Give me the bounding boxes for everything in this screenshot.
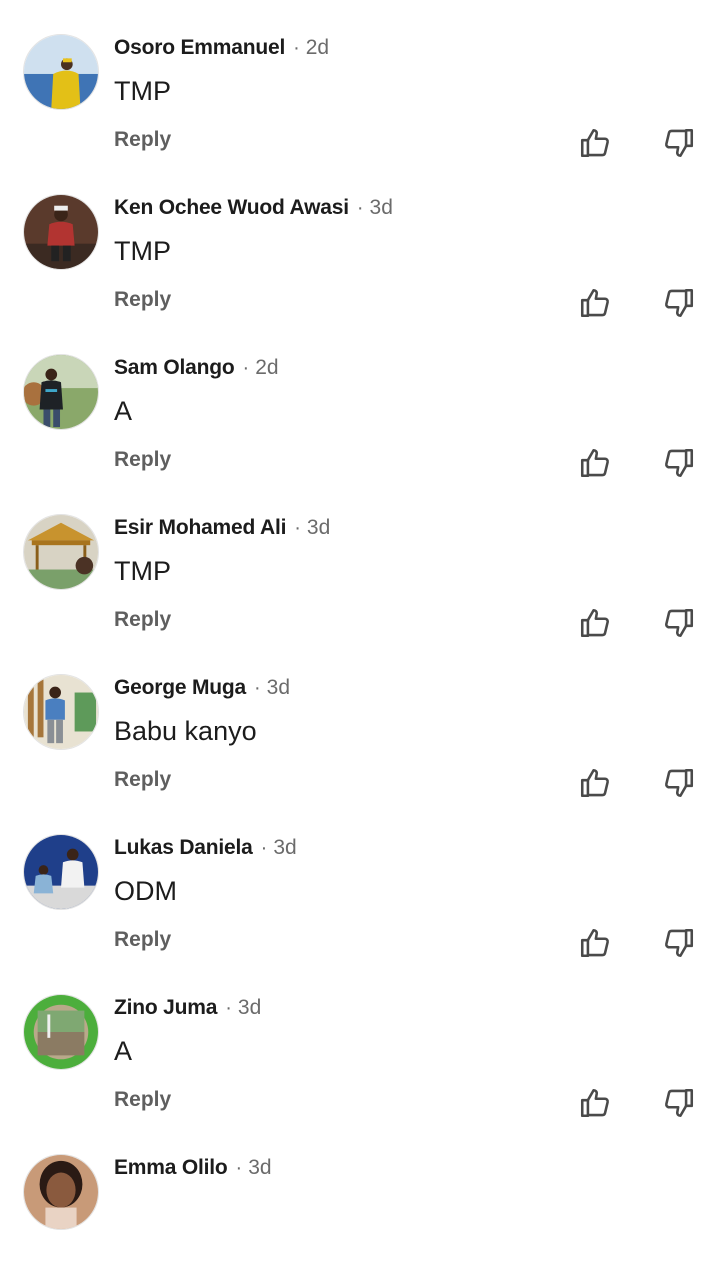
comment-header: Osoro Emmanuel · 2d	[114, 34, 329, 62]
reply-button[interactable]: Reply	[114, 928, 171, 952]
reply-button[interactable]: Reply	[114, 128, 171, 152]
thumbs-down-icon[interactable]	[662, 286, 696, 320]
thumbs-up-icon[interactable]	[578, 926, 612, 960]
separator-dot: ·	[356, 196, 364, 219]
timestamp: 3d	[273, 836, 297, 859]
thumbs-down-icon[interactable]	[662, 606, 696, 640]
reply-button[interactable]: Reply	[114, 768, 171, 792]
comment-item: Sam Olango · 2d A Reply	[0, 320, 726, 480]
comment-text: TMP	[114, 556, 171, 586]
avatar[interactable]	[23, 994, 99, 1070]
comment-item: Lukas Daniela · 3d ODM Reply	[0, 800, 726, 960]
avatar[interactable]	[23, 354, 99, 430]
author-name[interactable]: George Muga	[114, 676, 246, 700]
green-frame-avatar	[24, 995, 98, 1069]
comment-header: Zino Juma · 3d	[114, 994, 261, 1022]
comment-item: Ken Ochee Wuod Awasi · 3d TMP Reply	[0, 160, 726, 320]
separator-dot: ·	[294, 516, 301, 539]
thumbs-down-icon[interactable]	[662, 926, 696, 960]
comment-header: Ken Ochee Wuod Awasi · 3d	[114, 194, 393, 222]
author-name[interactable]: Sam Olango	[114, 356, 235, 380]
thumbs-up-icon[interactable]	[578, 446, 612, 480]
separator-dot: ·	[260, 836, 268, 859]
gazebo-avatar	[24, 515, 98, 589]
comment-header: Sam Olango · 2d	[114, 354, 279, 382]
comment-header: George Muga · 3d	[114, 674, 290, 702]
thumbs-down-icon[interactable]	[662, 126, 696, 160]
comment-text: ODM	[114, 876, 177, 906]
avatar[interactable]	[23, 34, 99, 110]
author-name[interactable]: Ken Ochee Wuod Awasi	[114, 196, 349, 220]
person-yellow-jacket-avatar	[24, 35, 98, 109]
thumbs-up-icon[interactable]	[578, 286, 612, 320]
author-name[interactable]: Zino Juma	[114, 996, 217, 1020]
separator-dot: ·	[293, 36, 300, 59]
thumbs-down-icon[interactable]	[662, 766, 696, 800]
separator-dot: ·	[253, 676, 261, 699]
timestamp: 2d	[305, 36, 330, 59]
woman-portrait-avatar	[24, 1155, 98, 1229]
avatar[interactable]	[23, 514, 99, 590]
thumbs-up-icon[interactable]	[578, 766, 612, 800]
comment-text: A	[114, 1036, 133, 1066]
person-red-shirt-avatar	[24, 195, 98, 269]
timestamp: 3d	[306, 516, 331, 539]
comment-text: A	[114, 396, 133, 426]
timestamp: 3d	[237, 996, 262, 1019]
avatar[interactable]	[23, 1154, 99, 1230]
timestamp: 3d	[266, 676, 291, 699]
two-people-blue-wall-avatar	[24, 835, 98, 909]
thumbs-up-icon[interactable]	[578, 1086, 612, 1120]
avatar[interactable]	[23, 834, 99, 910]
avatar[interactable]	[23, 674, 99, 750]
person-outdoor-avatar	[24, 355, 98, 429]
timestamp: 2d	[255, 356, 279, 379]
separator-dot: ·	[242, 356, 250, 379]
timestamp: 3d	[248, 1156, 272, 1179]
comment-text: TMP	[114, 76, 171, 106]
author-name[interactable]: Lukas Daniela	[114, 836, 253, 860]
timestamp: 3d	[369, 196, 393, 219]
comment-item: Osoro Emmanuel · 2d TMP Reply	[0, 0, 726, 160]
author-name[interactable]: Esir Mohamed Ali	[114, 516, 286, 540]
comment-header: Lukas Daniela · 3d	[114, 834, 297, 862]
comment-header: Emma Olilo · 3d	[114, 1154, 272, 1182]
comment-header: Esir Mohamed Ali · 3d	[114, 514, 330, 542]
reply-button[interactable]: Reply	[114, 608, 171, 632]
reply-button[interactable]: Reply	[114, 448, 171, 472]
thumbs-down-icon[interactable]	[662, 446, 696, 480]
separator-dot: ·	[235, 1156, 243, 1179]
comment-text: Babu kanyo	[114, 716, 257, 746]
comment-list: Osoro Emmanuel · 2d TMP Reply Ken Ochee …	[0, 0, 726, 1280]
comment-item: George Muga · 3d Babu kanyo Reply	[0, 640, 726, 800]
author-name[interactable]: Osoro Emmanuel	[114, 36, 285, 60]
reply-button[interactable]: Reply	[114, 288, 171, 312]
reply-button[interactable]: Reply	[114, 1088, 171, 1112]
comment-text: TMP	[114, 236, 171, 266]
author-name[interactable]: Emma Olilo	[114, 1156, 228, 1180]
thumbs-down-icon[interactable]	[662, 1086, 696, 1120]
comment-item: Emma Olilo · 3d	[0, 1120, 726, 1280]
separator-dot: ·	[225, 996, 232, 1019]
thumbs-up-icon[interactable]	[578, 126, 612, 160]
comment-item: Esir Mohamed Ali · 3d TMP Reply	[0, 480, 726, 640]
comment-item: Zino Juma · 3d A Reply	[0, 960, 726, 1120]
thumbs-up-icon[interactable]	[578, 606, 612, 640]
person-blue-shirt-avatar	[24, 675, 98, 749]
avatar[interactable]	[23, 194, 99, 270]
